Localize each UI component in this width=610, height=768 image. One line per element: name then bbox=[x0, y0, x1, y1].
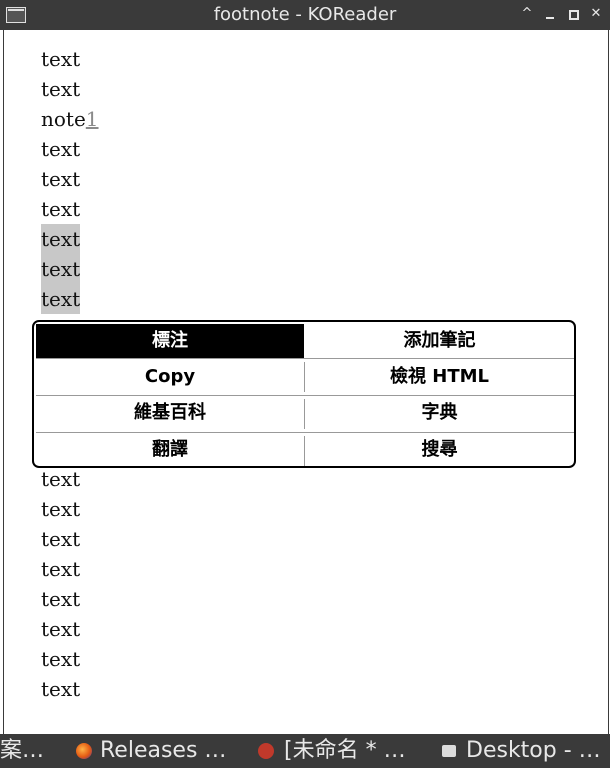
text-line[interactable]: text bbox=[41, 614, 80, 644]
note-text: note bbox=[41, 107, 86, 131]
text-line[interactable]: text bbox=[41, 584, 80, 614]
shade-button[interactable]: ^ bbox=[519, 6, 535, 22]
maximize-button[interactable] bbox=[565, 6, 581, 22]
footnote-link[interactable]: 1 bbox=[86, 107, 99, 131]
translate-button[interactable]: 翻譯 bbox=[36, 433, 304, 467]
menu-divider bbox=[36, 358, 574, 359]
minimize-icon bbox=[546, 17, 554, 19]
search-button[interactable]: 搜尋 bbox=[305, 433, 574, 467]
text-line[interactable]: text bbox=[41, 524, 80, 554]
highlighted-text-line[interactable]: text bbox=[41, 224, 81, 254]
highlighted-text-line[interactable]: text bbox=[41, 284, 81, 314]
text-line[interactable]: text bbox=[41, 554, 80, 584]
taskbar: 案… Releases … [未命名 * … Desktop - … bbox=[0, 734, 610, 768]
text-line[interactable]: text bbox=[41, 674, 80, 704]
text-line[interactable]: text bbox=[41, 494, 80, 524]
view-html-button[interactable]: 檢視 HTML bbox=[305, 360, 574, 394]
text-line[interactable]: text bbox=[41, 464, 80, 494]
taskbar-item-label: Desktop - … bbox=[466, 738, 601, 763]
minimize-button[interactable] bbox=[542, 6, 558, 22]
add-note-button[interactable]: 添加筆記 bbox=[305, 324, 574, 358]
selection-popup-menu: 標注 添加筆記 Copy 檢視 HTML 維基百科 字典 翻譯 搜尋 bbox=[32, 320, 576, 468]
wikipedia-button[interactable]: 維基百科 bbox=[36, 396, 304, 430]
highlight-button[interactable]: 標注 bbox=[36, 324, 304, 358]
maximize-icon bbox=[569, 10, 579, 20]
close-button[interactable]: ✕ bbox=[588, 6, 604, 22]
desktop-icon bbox=[442, 745, 456, 757]
highlighted-text-line[interactable]: text bbox=[41, 254, 81, 284]
dictionary-button[interactable]: 字典 bbox=[305, 396, 574, 430]
text-line[interactable]: text bbox=[41, 164, 80, 194]
text-line[interactable]: text bbox=[41, 134, 80, 164]
copy-button[interactable]: Copy bbox=[36, 360, 304, 394]
window-titlebar[interactable]: footnote - KOReader ^ ✕ bbox=[0, 0, 610, 30]
taskbar-item-label: [未命名 * … bbox=[284, 738, 406, 763]
taskbar-item-label: 案… bbox=[0, 738, 45, 763]
text-line[interactable]: text bbox=[41, 74, 80, 104]
firefox-icon bbox=[76, 743, 92, 759]
editor-icon bbox=[258, 743, 274, 759]
taskbar-item[interactable]: 案… bbox=[0, 734, 44, 768]
taskbar-item-label: Releases … bbox=[100, 738, 227, 763]
text-line[interactable]: text bbox=[41, 44, 80, 74]
text-line[interactable]: text bbox=[41, 194, 80, 224]
text-line[interactable]: text bbox=[41, 644, 80, 674]
note-line[interactable]: note1 bbox=[41, 104, 99, 134]
